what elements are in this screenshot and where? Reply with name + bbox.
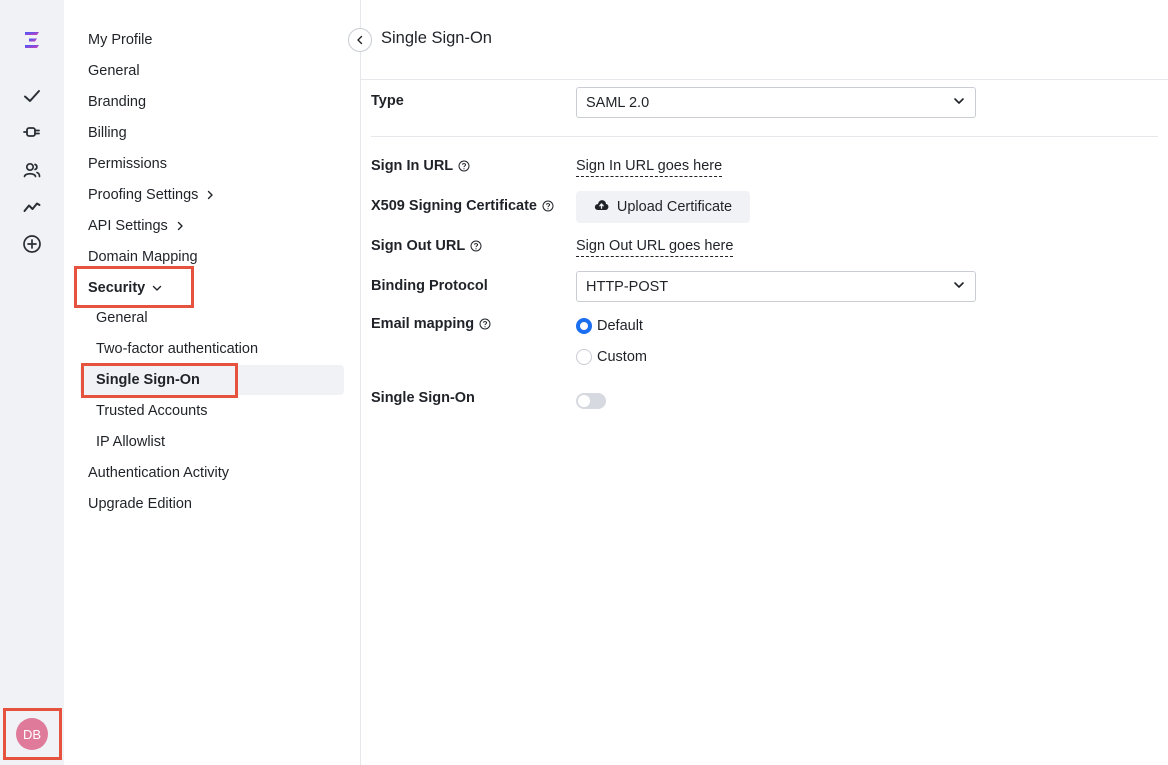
nav-label: General [96,310,148,326]
settings-nav: My Profile General Branding Billing Perm… [64,0,361,765]
email-mapping-custom-radio[interactable]: Custom [576,349,647,365]
form-divider [371,136,1158,137]
nav-proofing-settings[interactable]: Proofing Settings [88,183,215,207]
radio-label: Default [597,318,643,334]
nav-general[interactable]: General [88,59,140,83]
nav-label: Single Sign-On [96,372,200,388]
help-icon[interactable] [479,318,491,330]
nav-security-general[interactable]: General [96,306,148,330]
nav-branding[interactable]: Branding [88,90,146,114]
chevron-down-icon [953,279,965,295]
nav-authentication-activity[interactable]: Authentication Activity [88,461,229,485]
toggle-knob [578,395,590,407]
binding-protocol-label: Binding Protocol [371,278,488,294]
nav-label: Two-factor authentication [96,341,259,357]
nav-label: Billing [88,125,127,141]
nav-label: Proofing Settings [88,187,199,203]
help-icon[interactable] [470,240,482,252]
nav-ip-allowlist[interactable]: IP Allowlist [96,430,165,454]
field-label: X509 Signing Certificate [371,198,537,214]
upload-button-label: Upload Certificate [616,199,733,215]
radio-label: Custom [597,349,647,365]
nav-label: Security [88,280,146,296]
nav-label: API Settings [88,218,168,234]
chevron-left-icon [355,32,365,48]
radio-selected-icon [576,318,592,334]
chevron-right-icon [205,190,215,200]
email-mapping-default-radio[interactable]: Default [576,318,643,334]
app-logo-icon[interactable] [20,28,44,52]
activity-icon[interactable] [20,195,44,219]
page-title: Single Sign-On [381,29,492,47]
cert-label: X509 Signing Certificate [371,198,554,214]
nav-two-factor[interactable]: Two-factor authentication [96,337,258,361]
type-label: Type [371,93,404,109]
app-rail: DB [0,0,64,765]
help-icon[interactable] [458,160,470,172]
chevron-down-icon [152,283,162,293]
nav-label: Permissions [88,156,167,172]
field-label: Type [371,93,404,109]
users-icon[interactable] [20,158,44,182]
email-mapping-label: Email mapping [371,316,491,332]
nav-domain-mapping[interactable]: Domain Mapping [88,245,198,269]
sign-out-url-label: Sign Out URL [371,238,482,254]
type-select[interactable]: SAML 2.0 [576,87,976,118]
sign-in-url-field[interactable]: Sign In URL goes here [576,158,723,177]
sign-out-url-field[interactable]: Sign Out URL goes here [576,238,734,257]
nav-label: Authentication Activity [88,465,230,481]
nav-label: Trusted Accounts [96,403,208,419]
plus-circle-icon[interactable] [20,232,44,256]
nav-permissions[interactable]: Permissions [88,152,167,176]
select-value: SAML 2.0 [586,94,650,111]
nav-label: My Profile [88,32,153,48]
nav-trusted-accounts[interactable]: Trusted Accounts [96,399,208,423]
nav-single-sign-on[interactable]: Single Sign-On [96,368,200,392]
sso-toggle-label: Single Sign-On [371,390,475,406]
nav-label: IP Allowlist [96,434,166,450]
cloud-upload-icon [594,199,617,215]
checkmark-icon[interactable] [20,84,44,108]
sso-toggle[interactable] [576,393,606,409]
nav-api-settings[interactable]: API Settings [88,214,185,238]
nav-label: Upgrade Edition [88,496,192,512]
nav-label: General [88,63,140,79]
header-divider [361,79,1168,80]
binding-protocol-select[interactable]: HTTP-POST [576,271,976,302]
nav-upgrade-edition[interactable]: Upgrade Edition [88,492,192,516]
field-label: Sign Out URL [371,238,466,254]
field-label: Email mapping [371,316,475,332]
collapse-sidebar-button[interactable] [348,28,372,52]
field-label: Binding Protocol [371,278,488,294]
help-icon[interactable] [542,200,554,212]
sign-in-url-label: Sign In URL [371,158,470,174]
nav-label: Domain Mapping [88,249,198,265]
field-label: Sign In URL [371,158,454,174]
nav-label: Branding [88,94,147,110]
upload-certificate-button[interactable]: Upload Certificate [576,191,750,223]
radio-unselected-icon [576,349,592,365]
nav-security[interactable]: Security [88,276,162,300]
nav-billing[interactable]: Billing [88,121,127,145]
user-avatar[interactable]: DB [16,718,48,750]
field-label: Single Sign-On [371,390,475,406]
select-value: HTTP-POST [586,278,669,295]
chevron-down-icon [953,95,965,111]
nav-my-profile[interactable]: My Profile [88,28,152,52]
chevron-right-icon [175,221,185,231]
plug-icon[interactable] [20,120,44,144]
